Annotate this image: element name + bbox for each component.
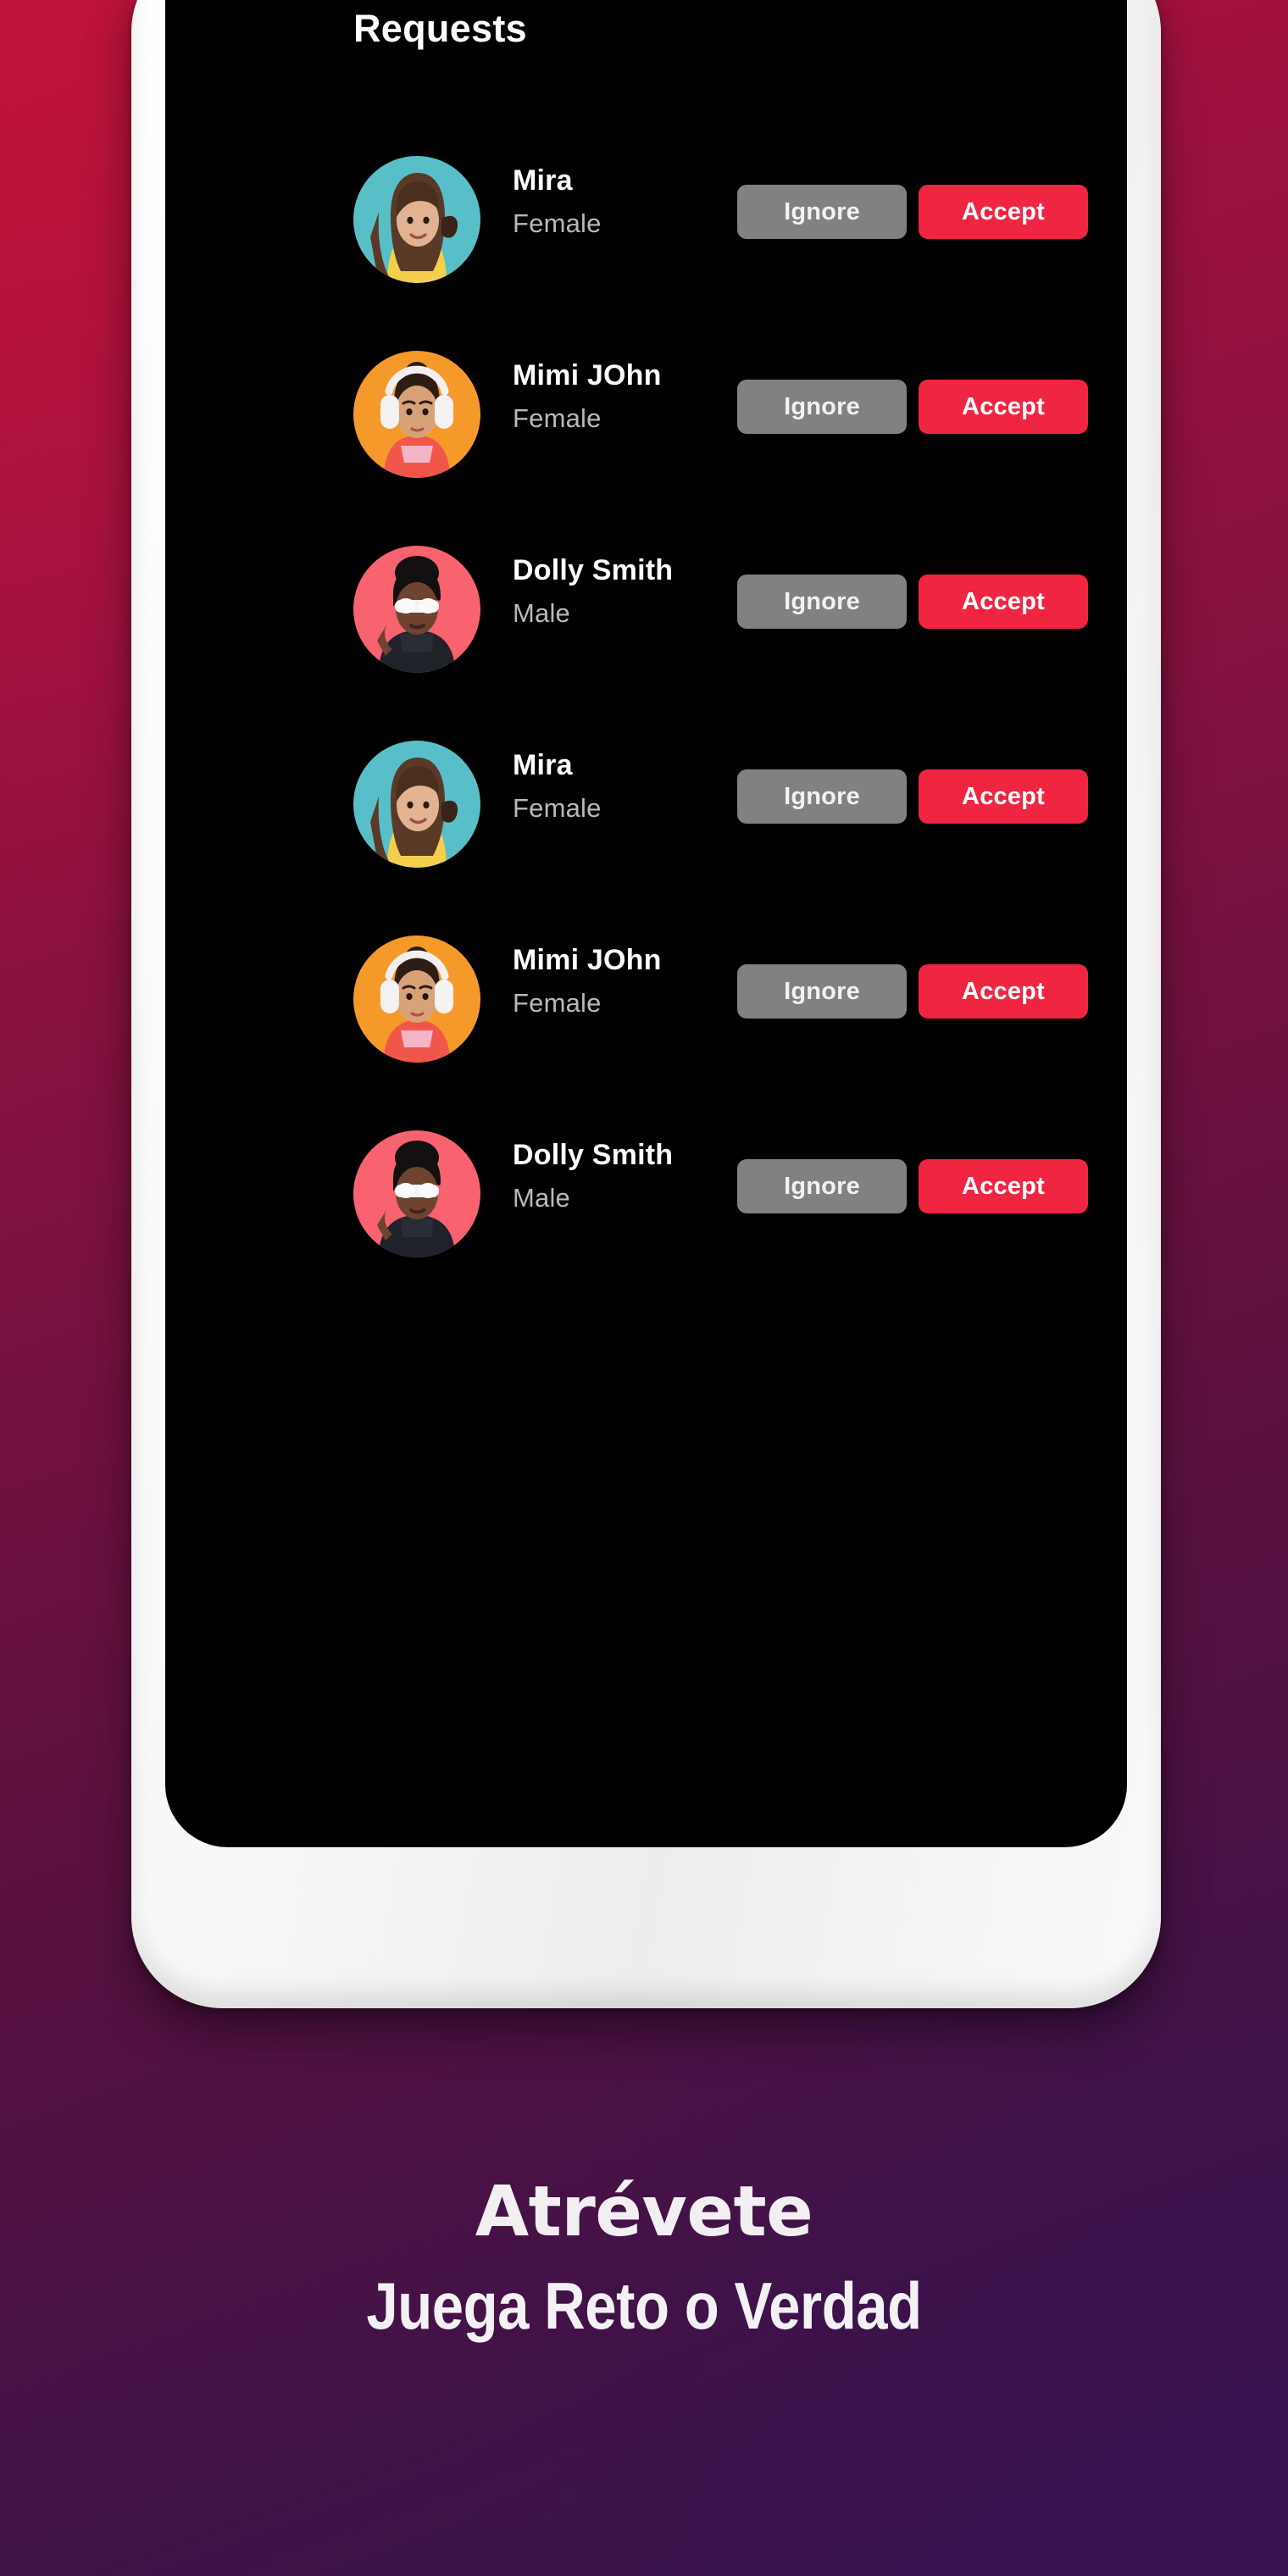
request-row-actions: Ignore Accept: [737, 575, 1088, 629]
request-row[interactable]: Mimi JOhn Female Ignore Accept: [165, 910, 1127, 1105]
ignore-button[interactable]: Ignore: [737, 769, 907, 824]
ignore-button[interactable]: Ignore: [737, 964, 907, 1019]
request-row-actions: Ignore Accept: [737, 769, 1088, 824]
ignore-button[interactable]: Ignore: [737, 185, 907, 239]
request-row-actions: Ignore Accept: [737, 380, 1088, 434]
request-row[interactable]: Mira Female Ignore Accept: [165, 715, 1127, 910]
accept-button[interactable]: Accept: [919, 964, 1088, 1019]
requests-list: Mira Female Ignore Accept Mimi JOhn Female Ign…: [165, 130, 1127, 1300]
accept-button[interactable]: Accept: [919, 185, 1088, 239]
accept-button[interactable]: Accept: [919, 1159, 1088, 1213]
avatar-mira[interactable]: [353, 156, 480, 283]
avatar-mira[interactable]: [353, 741, 480, 868]
request-row[interactable]: Mira Female Ignore Accept: [165, 130, 1127, 325]
promo-copy: Atrévete Juega Reto o Verdad: [0, 2172, 1288, 2343]
app-screen-content: Requests Mira Female Ignore Accept Mimi JOhn…: [165, 0, 1127, 1847]
accept-button[interactable]: Accept: [919, 380, 1088, 434]
accept-button[interactable]: Accept: [919, 575, 1088, 629]
phone-device-frame: Requests Mira Female Ignore Accept Mimi JOhn…: [131, 0, 1161, 2008]
page-title: Requests: [353, 7, 527, 50]
avatar-dolly-smith[interactable]: [353, 1130, 480, 1257]
request-row[interactable]: Mimi JOhn Female Ignore Accept: [165, 325, 1127, 520]
promo-headline: Atrévete: [475, 2172, 813, 2252]
accept-button[interactable]: Accept: [919, 769, 1088, 824]
avatar-mimi-john[interactable]: [353, 351, 480, 478]
request-row[interactable]: Dolly Smith Male Ignore Accept: [165, 520, 1127, 715]
promo-stage: Requests Mira Female Ignore Accept Mimi JOhn…: [0, 0, 1288, 2576]
avatar-mimi-john[interactable]: [353, 935, 480, 1063]
ignore-button[interactable]: Ignore: [737, 380, 907, 434]
avatar-dolly-smith[interactable]: [353, 546, 480, 673]
ignore-button[interactable]: Ignore: [737, 575, 907, 629]
request-row[interactable]: Dolly Smith Male Ignore Accept: [165, 1105, 1127, 1300]
request-row-actions: Ignore Accept: [737, 1159, 1088, 1213]
ignore-button[interactable]: Ignore: [737, 1159, 907, 1213]
promo-subhead: Juega Reto o Verdad: [366, 2268, 922, 2343]
request-row-actions: Ignore Accept: [737, 964, 1088, 1019]
request-row-actions: Ignore Accept: [737, 185, 1088, 239]
phone-screen: Requests Mira Female Ignore Accept Mimi JOhn…: [165, 0, 1127, 1847]
